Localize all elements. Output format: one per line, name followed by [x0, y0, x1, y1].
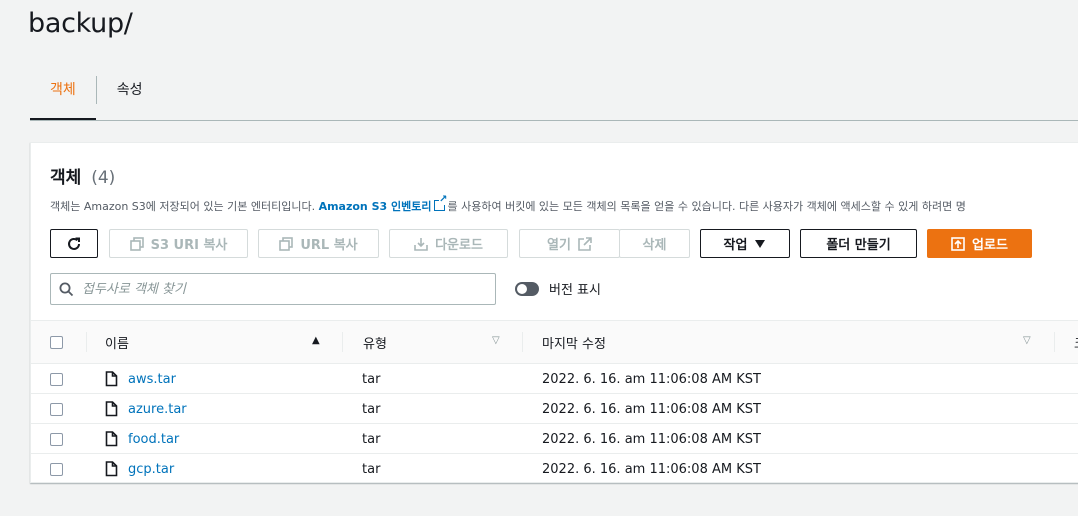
description-text-after: 를 사용하여 버킷에 있는 모든 객체의 목록을 얻을 수 있습니다. 다른 사…	[447, 200, 966, 213]
object-name-link[interactable]: gcp.tar	[128, 462, 174, 477]
description-text: 객체는 Amazon S3에 저장되어 있는 기본 엔터티입니다.	[50, 200, 319, 213]
external-link-icon	[578, 236, 592, 251]
tab-properties[interactable]: 속성	[97, 70, 163, 120]
upload-button[interactable]: 업로드	[927, 229, 1032, 258]
column-header-last-modified[interactable]: 마지막 수정	[542, 321, 1022, 363]
object-type: tar	[362, 401, 381, 417]
copy-url-label: URL 복사	[300, 238, 358, 253]
object-name-link[interactable]: food.tar	[128, 432, 179, 447]
delete-button[interactable]: 삭제	[619, 229, 690, 258]
create-folder-button[interactable]: 폴더 만들기	[800, 229, 917, 258]
delete-label: 삭제	[642, 238, 667, 253]
column-header-type[interactable]: 유형	[363, 321, 513, 363]
column-divider	[1054, 332, 1055, 352]
panel-title-text: 객체	[50, 168, 82, 188]
object-type: tar	[362, 431, 381, 447]
column-header-name-label: 이름	[105, 336, 129, 352]
upload-label: 업로드	[972, 238, 1008, 253]
tab-objects[interactable]: 객체	[30, 70, 96, 121]
actions-dropdown[interactable]: 작업	[700, 229, 790, 258]
actions-label: 작업	[723, 238, 748, 253]
table-row: azure.tar tar 2022. 6. 16. am 11:06:08 A…	[31, 394, 1078, 424]
versions-toggle[interactable]	[515, 281, 539, 296]
object-last-modified: 2022. 6. 16. am 11:06:08 AM KST	[542, 371, 761, 387]
object-type: tar	[362, 371, 381, 387]
objects-panel: 객체 (4) 객체는 Amazon S3에 저장되어 있는 기본 엔터티입니다.…	[30, 142, 1078, 483]
copy-icon	[129, 236, 144, 251]
table-row: aws.tar tar 2022. 6. 16. am 11:06:08 AM …	[31, 364, 1078, 394]
table-row: food.tar tar 2022. 6. 16. am 11:06:08 AM…	[31, 424, 1078, 454]
object-name-link[interactable]: azure.tar	[128, 402, 187, 417]
column-header-last-modified-label: 마지막 수정	[542, 336, 606, 352]
table-header: 이름 ▲ 유형 ▽ 마지막 수정 ▽ 크	[31, 320, 1078, 364]
column-header-size[interactable]: 크	[1074, 321, 1078, 363]
select-all-checkbox[interactable]	[50, 335, 63, 349]
upload-icon	[951, 236, 965, 251]
versions-toggle-label: 버전 표시	[549, 283, 601, 298]
select-all-cell	[50, 321, 63, 363]
tab-bar: 객체 속성	[30, 70, 163, 121]
sort-icon[interactable]: ▽	[492, 335, 500, 346]
search-box	[50, 273, 496, 305]
row-checkbox[interactable]	[50, 372, 63, 386]
copy-s3-uri-label: S3 URI 복사	[150, 238, 228, 253]
copy-url-button[interactable]: URL 복사	[258, 229, 379, 258]
download-label: 다운로드	[435, 238, 483, 253]
file-icon	[105, 461, 118, 477]
column-header-size-label: 크	[1074, 333, 1078, 352]
caret-down-icon	[754, 239, 766, 249]
panel-description: 객체는 Amazon S3에 저장되어 있는 기본 엔터티입니다. Amazon…	[50, 195, 966, 214]
column-header-type-label: 유형	[363, 336, 387, 352]
external-link-icon	[434, 195, 448, 211]
object-last-modified: 2022. 6. 16. am 11:06:08 AM KST	[542, 431, 761, 447]
object-count: (4)	[91, 168, 116, 188]
column-header-name[interactable]: 이름	[105, 321, 325, 363]
column-divider	[342, 332, 343, 352]
sort-ascending-icon[interactable]: ▲	[312, 335, 320, 346]
object-name-link[interactable]: aws.tar	[128, 372, 176, 387]
page-title: backup/	[28, 8, 133, 39]
object-type: tar	[362, 461, 381, 477]
panel-title: 객체 (4)	[50, 163, 115, 188]
download-button[interactable]: 다운로드	[389, 229, 508, 258]
open-button[interactable]: 열기	[519, 229, 620, 258]
search-input[interactable]	[82, 281, 462, 297]
inventory-link[interactable]: Amazon S3 인벤토리	[319, 200, 432, 213]
refresh-icon	[66, 236, 82, 252]
sort-icon[interactable]: ▽	[1023, 335, 1031, 346]
file-icon	[105, 401, 118, 417]
row-checkbox[interactable]	[50, 462, 63, 476]
search-icon	[59, 282, 74, 297]
file-icon	[105, 431, 118, 447]
column-divider	[86, 332, 87, 352]
download-icon	[414, 237, 428, 251]
copy-s3-uri-button[interactable]: S3 URI 복사	[109, 229, 248, 258]
refresh-button[interactable]	[50, 229, 98, 258]
copy-icon	[279, 236, 294, 251]
object-last-modified: 2022. 6. 16. am 11:06:08 AM KST	[542, 461, 761, 477]
versions-toggle-group: 버전 표시	[515, 279, 601, 298]
object-last-modified: 2022. 6. 16. am 11:06:08 AM KST	[542, 401, 761, 417]
open-label: 열기	[547, 238, 571, 253]
table-row: gcp.tar tar 2022. 6. 16. am 11:06:08 AM …	[31, 454, 1078, 484]
file-icon	[105, 371, 118, 387]
row-checkbox[interactable]	[50, 432, 63, 446]
row-checkbox[interactable]	[50, 402, 63, 416]
tabs-underline	[30, 120, 1078, 121]
column-divider	[522, 332, 523, 352]
create-folder-label: 폴더 만들기	[826, 238, 891, 253]
